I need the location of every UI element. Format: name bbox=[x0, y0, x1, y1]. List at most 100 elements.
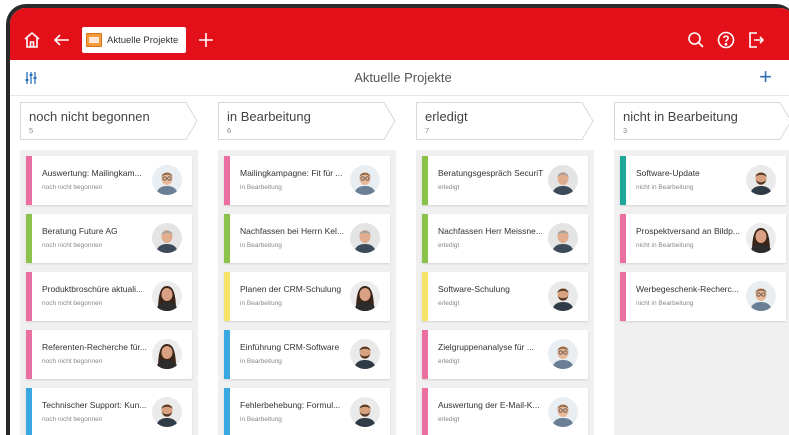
column-header[interactable]: noch nicht begonnen 5 bbox=[20, 102, 198, 140]
task-card[interactable]: Werbegeschenk-Recherc... nicht in Bearbei… bbox=[620, 272, 786, 321]
task-title: Nachfassen Herr Meissne... bbox=[438, 226, 543, 236]
task-title: Fehlerbehebung: Formul... bbox=[240, 400, 341, 410]
column-header[interactable]: erledigt 7 bbox=[416, 102, 594, 140]
task-card[interactable]: Software-Schulung erledigt bbox=[422, 272, 588, 321]
task-card[interactable]: Fehlerbehebung: Formul... in Bearbeitung bbox=[224, 388, 390, 435]
task-status: nicht in Bearbeitung bbox=[636, 184, 694, 191]
device-frame: Aktuelle Projekte Aktuelle Projekte + no… bbox=[6, 4, 789, 435]
column-count: 5 bbox=[29, 126, 34, 135]
column-header[interactable]: in Bearbeitung 6 bbox=[218, 102, 396, 140]
task-card[interactable]: Planen der CRM-Schulung in Bearbeitung bbox=[224, 272, 390, 321]
task-status: nicht in Bearbeitung bbox=[636, 242, 694, 249]
task-card[interactable]: Referenten-Recherche für... noch nicht be… bbox=[26, 330, 192, 379]
avatar bbox=[152, 397, 182, 427]
column: in Bearbeitung 6 Mailingkampagne: Fit für … bbox=[218, 102, 396, 435]
app-titlebar: Aktuelle Projekte bbox=[10, 8, 789, 60]
task-card[interactable]: Zielgruppenanalyse für ... erledigt bbox=[422, 330, 588, 379]
avatar bbox=[548, 223, 578, 253]
task-title: Nachfassen bei Herrn Kel... bbox=[240, 226, 344, 236]
column-lane: Software-Update nicht in Bearbeitung Prosp… bbox=[614, 150, 789, 435]
task-title: Prospektversand an Bildp... bbox=[636, 226, 740, 236]
app-screen: Aktuelle Projekte Aktuelle Projekte + no… bbox=[10, 8, 789, 435]
column-title: noch nicht begonnen bbox=[29, 109, 150, 124]
plus-icon[interactable]: + bbox=[759, 66, 772, 88]
task-card[interactable]: Mailingkampagne: Fit für ... in Bearbeitu… bbox=[224, 156, 390, 205]
avatar bbox=[746, 223, 776, 253]
task-status: erledigt bbox=[438, 300, 460, 307]
column-lane: Mailingkampagne: Fit für ... in Bearbeitu… bbox=[218, 150, 396, 435]
folder-icon bbox=[86, 33, 102, 47]
column: erledigt 7 Beratungsgespräch SecuriT erledi… bbox=[416, 102, 594, 435]
task-title: Software-Schulung bbox=[438, 284, 510, 294]
tab-aktuelle-projekte[interactable]: Aktuelle Projekte bbox=[82, 27, 187, 53]
column-count: 6 bbox=[227, 126, 232, 135]
avatar bbox=[548, 281, 578, 311]
avatar bbox=[152, 281, 182, 311]
task-title: Produktbroschüre aktuali... bbox=[42, 284, 144, 294]
column-lane: Auswertung: Mailingkam... noch nicht bego… bbox=[20, 150, 198, 435]
back-arrow-icon[interactable] bbox=[50, 28, 74, 52]
task-card[interactable]: Beratung Future AG noch nicht begonnen bbox=[26, 214, 192, 263]
column-count: 7 bbox=[425, 126, 430, 135]
avatar bbox=[350, 281, 380, 311]
task-status: erledigt bbox=[438, 242, 460, 249]
avatar bbox=[350, 165, 380, 195]
column-title: in Bearbeitung bbox=[227, 109, 311, 124]
task-card[interactable]: Nachfassen Herr Meissne... erledigt bbox=[422, 214, 588, 263]
column-header[interactable]: nicht in Bearbeitung 3 bbox=[614, 102, 789, 140]
avatar bbox=[350, 397, 380, 427]
task-title: Software-Update bbox=[636, 168, 700, 178]
avatar bbox=[350, 339, 380, 369]
add-tab-icon[interactable] bbox=[194, 28, 218, 52]
page-title: Aktuelle Projekte bbox=[354, 70, 452, 85]
task-card[interactable]: Software-Update nicht in Bearbeitung bbox=[620, 156, 786, 205]
task-status: noch nicht begonnen bbox=[42, 300, 103, 307]
task-title: Technischer Support: Kun... bbox=[42, 400, 147, 410]
task-status: in Bearbeitung bbox=[240, 184, 282, 191]
task-title: Auswertung: Mailingkam... bbox=[42, 168, 142, 178]
avatar bbox=[152, 165, 182, 195]
home-icon[interactable] bbox=[20, 28, 44, 52]
tab-label: Aktuelle Projekte bbox=[107, 34, 179, 46]
avatar bbox=[152, 223, 182, 253]
avatar bbox=[746, 281, 776, 311]
task-card[interactable]: Produktbroschüre aktuali... noch nicht be… bbox=[26, 272, 192, 321]
task-status: erledigt bbox=[438, 184, 460, 191]
search-icon[interactable] bbox=[684, 28, 708, 52]
task-title: Beratung Future AG bbox=[42, 226, 118, 236]
task-card[interactable]: Beratungsgespräch SecuriT erledigt bbox=[422, 156, 588, 205]
task-card[interactable]: Nachfassen bei Herrn Kel... in Bearbeitun… bbox=[224, 214, 390, 263]
task-card[interactable]: Einführung CRM-Software in Bearbeitung bbox=[224, 330, 390, 379]
column-lane: Beratungsgespräch SecuriT erledigt Nachfas… bbox=[416, 150, 594, 435]
task-title: Mailingkampagne: Fit für ... bbox=[240, 168, 343, 178]
avatar bbox=[548, 165, 578, 195]
task-card[interactable]: Auswertung der E-Mail-K... erledigt bbox=[422, 388, 588, 435]
task-status: in Bearbeitung bbox=[240, 242, 282, 249]
column-count: 3 bbox=[623, 126, 628, 135]
task-status: erledigt bbox=[438, 358, 460, 365]
task-card[interactable]: Prospektversand an Bildp... nicht in Bear… bbox=[620, 214, 786, 263]
filter-sliders-icon[interactable] bbox=[24, 71, 38, 85]
avatar bbox=[350, 223, 380, 253]
task-title: Planen der CRM-Schulung bbox=[240, 284, 342, 294]
task-status: nicht in Bearbeitung bbox=[636, 300, 694, 307]
task-card[interactable]: Technischer Support: Kun... noch nicht be… bbox=[26, 388, 192, 435]
task-status: in Bearbeitung bbox=[240, 300, 282, 307]
help-icon[interactable] bbox=[714, 28, 738, 52]
avatar bbox=[746, 165, 776, 195]
task-status: noch nicht begonnen bbox=[42, 416, 103, 423]
task-status: noch nicht begonnen bbox=[42, 184, 103, 191]
avatar bbox=[548, 339, 578, 369]
page-header: Aktuelle Projekte + bbox=[10, 60, 789, 96]
task-title: Auswertung der E-Mail-K... bbox=[438, 400, 540, 410]
logout-icon[interactable] bbox=[744, 28, 768, 52]
task-status: erledigt bbox=[438, 416, 460, 423]
task-status: in Bearbeitung bbox=[240, 416, 282, 423]
titlebar-actions bbox=[684, 28, 786, 52]
column: nicht in Bearbeitung 3 Software-Update nich… bbox=[614, 102, 789, 435]
task-card[interactable]: Auswertung: Mailingkam... noch nicht bego… bbox=[26, 156, 192, 205]
task-status: noch nicht begonnen bbox=[42, 358, 103, 365]
column-title: erledigt bbox=[425, 109, 468, 124]
task-status: in Bearbeitung bbox=[240, 358, 282, 365]
task-title: Werbegeschenk-Recherc... bbox=[636, 284, 739, 294]
